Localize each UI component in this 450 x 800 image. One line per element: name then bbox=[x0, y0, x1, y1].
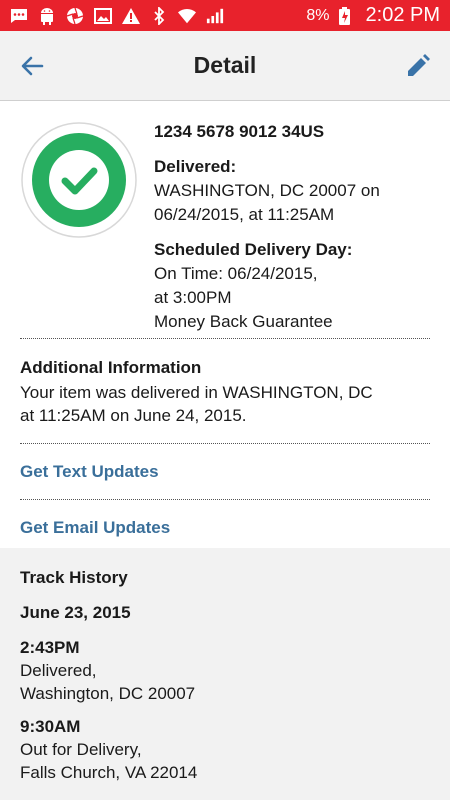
history-status: Out for Delivery, bbox=[20, 740, 142, 759]
history-entry: 2:43PM Delivered, Washington, DC 20007 bbox=[20, 636, 430, 705]
text-updates-row: Get Text Updates bbox=[0, 444, 450, 499]
status-right: 8% 2:02 PM bbox=[306, 4, 450, 27]
gallery-icon bbox=[94, 7, 112, 25]
history-time: 9:30AM bbox=[20, 717, 81, 736]
messages-icon bbox=[10, 7, 28, 25]
scheduled-date: On Time: 06/24/2015, bbox=[154, 264, 318, 283]
warning-icon bbox=[122, 7, 140, 25]
delivery-summary: 1234 5678 9012 34US Delivered: WASHINGTO… bbox=[0, 102, 450, 338]
page-title: Detail bbox=[193, 52, 257, 78]
app-bar: Detail bbox=[0, 31, 450, 101]
delivered-location: WASHINGTON, DC 20007 on bbox=[154, 181, 380, 200]
edit-button[interactable] bbox=[404, 52, 432, 80]
history-time: 2:43PM bbox=[20, 638, 80, 657]
arrow-back-icon bbox=[21, 56, 44, 76]
camera-aperture-icon bbox=[66, 7, 84, 25]
additional-title: Additional Information bbox=[20, 358, 202, 377]
battery-percent: 8% bbox=[306, 6, 330, 24]
summary-text: 1234 5678 9012 34US Delivered: WASHINGTO… bbox=[154, 120, 439, 334]
get-text-updates-link[interactable]: Get Text Updates bbox=[20, 462, 159, 482]
wifi-icon bbox=[178, 7, 196, 25]
status-bar: 8% 2:02 PM bbox=[0, 0, 450, 31]
history-entry: 9:30AM Out for Delivery, Falls Church, V… bbox=[20, 715, 430, 784]
check-circle-icon bbox=[21, 122, 137, 238]
notification-icons bbox=[0, 6, 224, 25]
additional-line-2: at 11:25AM on June 24, 2015. bbox=[20, 406, 247, 425]
bluetooth-icon bbox=[150, 6, 168, 25]
back-button[interactable] bbox=[18, 52, 46, 80]
delivered-label: Delivered: bbox=[154, 157, 237, 176]
tracking-number: 1234 5678 9012 34US bbox=[154, 122, 325, 141]
additional-line-1: Your item was delivered in WASHINGTON, D… bbox=[20, 383, 373, 402]
pencil-icon bbox=[408, 54, 430, 76]
scheduled-time: at 3:00PM bbox=[154, 288, 232, 307]
history-date: June 23, 2015 bbox=[20, 603, 131, 622]
history-location: Washington, DC 20007 bbox=[20, 684, 196, 703]
clock: 2:02 PM bbox=[365, 4, 440, 26]
track-history: Track History June 23, 2015 2:43PM Deliv… bbox=[0, 548, 450, 800]
history-location: Falls Church, VA 22014 bbox=[20, 763, 198, 782]
email-updates-row: Get Email Updates bbox=[0, 500, 450, 555]
android-icon bbox=[38, 7, 56, 25]
delivered-datetime: 06/24/2015, at 11:25AM bbox=[154, 205, 335, 224]
guarantee-text: Money Back Guarantee bbox=[154, 312, 333, 331]
additional-information: Additional Information Your item was del… bbox=[0, 339, 450, 443]
scheduled-label: Scheduled Delivery Day: bbox=[154, 240, 353, 259]
detail-content: 1234 5678 9012 34US Delivered: WASHINGTO… bbox=[0, 102, 450, 555]
get-email-updates-link[interactable]: Get Email Updates bbox=[20, 518, 170, 538]
history-status: Delivered, bbox=[20, 661, 97, 680]
battery-charging-icon bbox=[336, 6, 354, 25]
track-history-title: Track History bbox=[20, 568, 128, 587]
signal-icon bbox=[206, 7, 224, 25]
